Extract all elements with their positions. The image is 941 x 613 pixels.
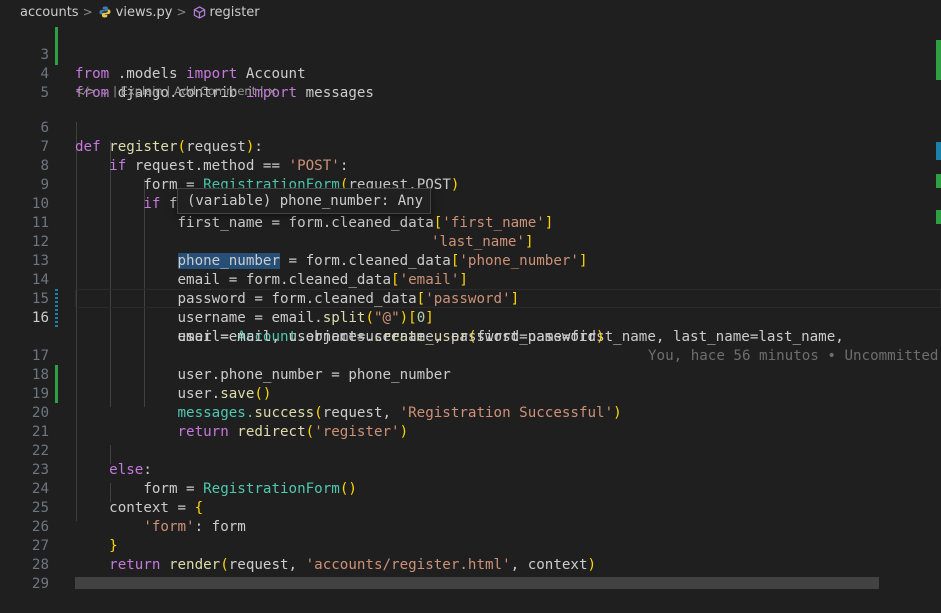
code-line: 7 if request.method == 'POST': xyxy=(40,139,349,174)
codelens-actions[interactable]: <⁄> ⌄ | Explain | Add Comment | × xyxy=(75,83,277,99)
code-editor[interactable]: 3 from .models import Account 4 from dja… xyxy=(0,24,941,592)
breadcrumb: accounts > views.py > register xyxy=(0,0,941,24)
chevron-right-icon: > xyxy=(176,5,187,19)
breadcrumb-file[interactable]: views.py xyxy=(116,5,173,20)
breadcrumb-folder[interactable]: accounts xyxy=(20,5,79,20)
code-line: 11 'last_name'] xyxy=(31,215,534,250)
code-line: 23 form = RegistrationForm() xyxy=(31,462,357,497)
code-line: 28 xyxy=(31,557,49,573)
code-line: 8 form = RegistrationForm(request.POST) xyxy=(40,158,460,193)
code-line: 21 xyxy=(31,424,49,440)
code-line: 10 first_name = form.cleaned_data['first… xyxy=(31,196,554,231)
code-line: 12 phone_number = form.cleaned_data['pho… xyxy=(31,234,588,269)
overview-ruler-modified xyxy=(936,142,941,160)
code-line: 14 password = form.cleaned_data['passwor… xyxy=(31,272,520,307)
horizontal-scrollbar[interactable] xyxy=(75,577,879,589)
breadcrumb-symbol[interactable]: register xyxy=(210,5,260,20)
code-line: 29 xyxy=(31,576,49,592)
code-line-wrapped: email=email, username=username, password… xyxy=(177,329,939,364)
code-line: 15 username = email.split("@")[0] xyxy=(31,291,434,326)
code-line: 19 messages.success(request, 'Registrati… xyxy=(31,386,622,421)
code-line: 3 from .models import Account xyxy=(40,47,306,82)
code-line: 13 email = form.cleaned_data['email'] xyxy=(31,253,468,288)
code-line: 5 xyxy=(40,85,49,101)
chevron-right-icon: > xyxy=(82,5,93,19)
code-line: 25 'form': form xyxy=(31,500,246,535)
code-line: 18 user.save() xyxy=(31,367,272,402)
code-line: 6 def register(request): xyxy=(40,120,263,155)
hover-tooltip: (variable) phone_number: Any xyxy=(177,188,431,214)
code-line-current: 16 user = Account.objects.create_user(fi… xyxy=(31,310,844,345)
code-line: 17 user.phone_number = phone_number xyxy=(31,348,451,383)
code-line: 9 if form.is_valid(): xyxy=(40,177,305,212)
overview-ruler-added xyxy=(936,174,941,188)
method-cube-icon xyxy=(193,5,205,19)
code-line: 27 return render(request, 'accounts/regi… xyxy=(31,538,597,573)
overview-ruler-added xyxy=(936,210,941,224)
python-file-icon xyxy=(99,6,111,18)
code-line: 4 from django.contrib import messages xyxy=(40,66,374,101)
overview-ruler-added xyxy=(936,40,941,80)
code-line: 20 return redirect('register') xyxy=(31,405,409,440)
code-line: 24 context = { xyxy=(31,481,204,516)
code-line: 22 else: xyxy=(31,443,152,478)
code-line: 26 } xyxy=(31,519,118,554)
